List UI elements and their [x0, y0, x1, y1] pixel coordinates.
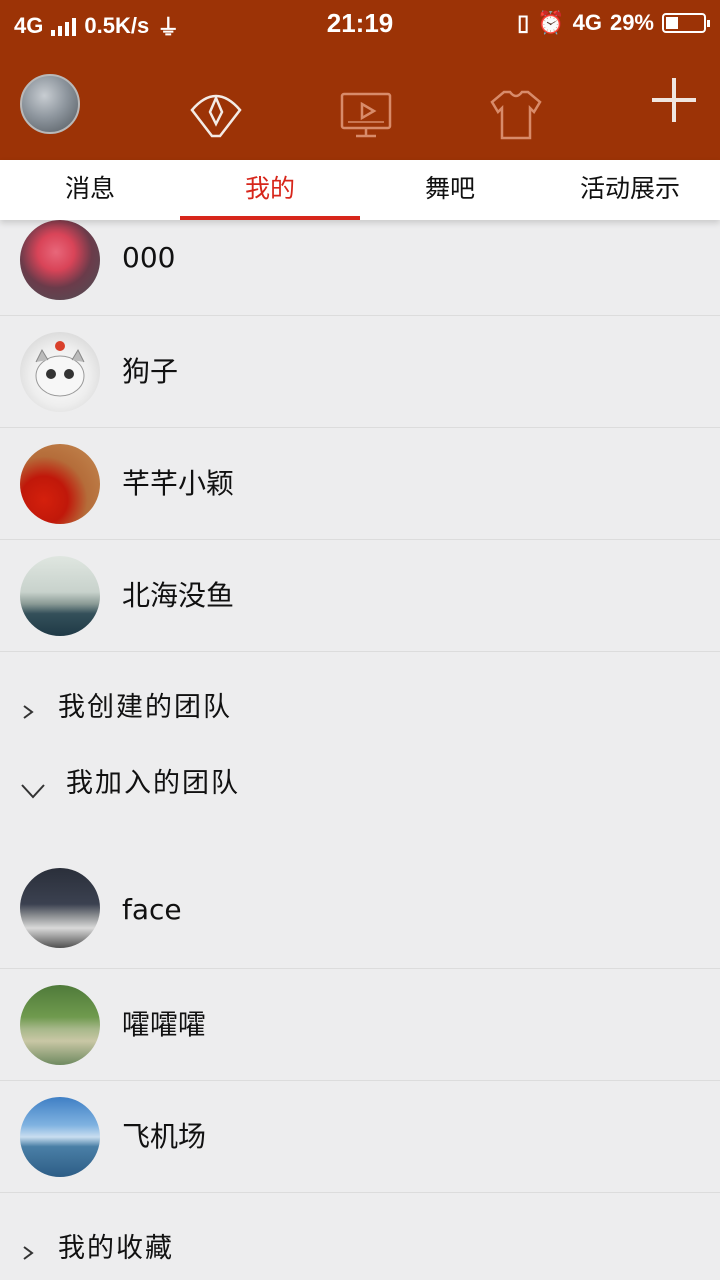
- list-item[interactable]: 飞机场: [0, 1081, 720, 1193]
- section-joined-teams[interactable]: 我加入的团队: [0, 762, 720, 852]
- tab-activity-showcase[interactable]: 活动展示: [540, 160, 720, 220]
- vibrate-icon: ▯: [517, 10, 530, 35]
- tab-messages[interactable]: 消息: [0, 160, 180, 220]
- battery-icon: [662, 13, 710, 33]
- chevron-down-icon: [20, 782, 46, 800]
- app-header: [0, 46, 720, 160]
- tab-mine[interactable]: 我的: [180, 160, 360, 220]
- list-item[interactable]: 狗子: [0, 316, 720, 428]
- list-item[interactable]: face: [0, 852, 720, 969]
- contact-name: 狗子: [122, 355, 179, 388]
- contact-name: 000: [122, 241, 176, 274]
- section-favorites[interactable]: 我的收藏: [0, 1193, 720, 1280]
- avatar: [20, 220, 100, 300]
- battery-percent: 29%: [609, 10, 654, 35]
- avatar: [20, 985, 100, 1065]
- chevron-right-icon: [20, 704, 36, 720]
- user-avatar[interactable]: [20, 74, 80, 134]
- contact-name: 芊芊小颖: [122, 467, 235, 500]
- video-player-icon[interactable]: [336, 84, 396, 144]
- section-label: 我加入的团队: [66, 768, 240, 799]
- avatar: [20, 1097, 100, 1177]
- status-right: ▯ ⏰ 4G 29%: [517, 10, 710, 36]
- plus-icon[interactable]: [652, 78, 696, 122]
- avatar: [20, 556, 100, 636]
- tab-dance-bar[interactable]: 舞吧: [360, 160, 540, 220]
- team-name: 飞机场: [122, 1120, 207, 1153]
- alarm-icon: ⏰: [537, 10, 565, 35]
- avatar: [20, 332, 100, 412]
- tab-bar: 消息 我的 舞吧 活动展示: [0, 160, 720, 220]
- chevron-right-icon: [20, 1245, 36, 1261]
- team-name: 嚯嚯嚯: [122, 1008, 207, 1041]
- fan-icon[interactable]: [186, 84, 246, 144]
- network-type-right: 4G: [572, 10, 602, 35]
- list-item[interactable]: 芊芊小颖: [0, 428, 720, 540]
- avatar: [20, 444, 100, 524]
- list-item[interactable]: 北海没鱼: [0, 540, 720, 652]
- contact-name: 北海没鱼: [122, 579, 235, 612]
- avatar: [20, 868, 100, 948]
- team-name: face: [122, 893, 182, 926]
- status-bar: 4G 0.5K/s ⏚ 21:19 ▯ ⏰ 4G 29%: [0, 0, 720, 46]
- list-item[interactable]: 嚯嚯嚯: [0, 969, 720, 1081]
- costume-shirt-icon[interactable]: [486, 84, 546, 144]
- list-item[interactable]: 000: [0, 220, 720, 316]
- section-label: 我创建的团队: [58, 692, 232, 723]
- contact-list: 000 狗子 芊芊小颖 北海没鱼 我创建的团队 我加入的团队 face 嚯嚯嚯 …: [0, 220, 720, 1280]
- section-label: 我的收藏: [58, 1233, 174, 1264]
